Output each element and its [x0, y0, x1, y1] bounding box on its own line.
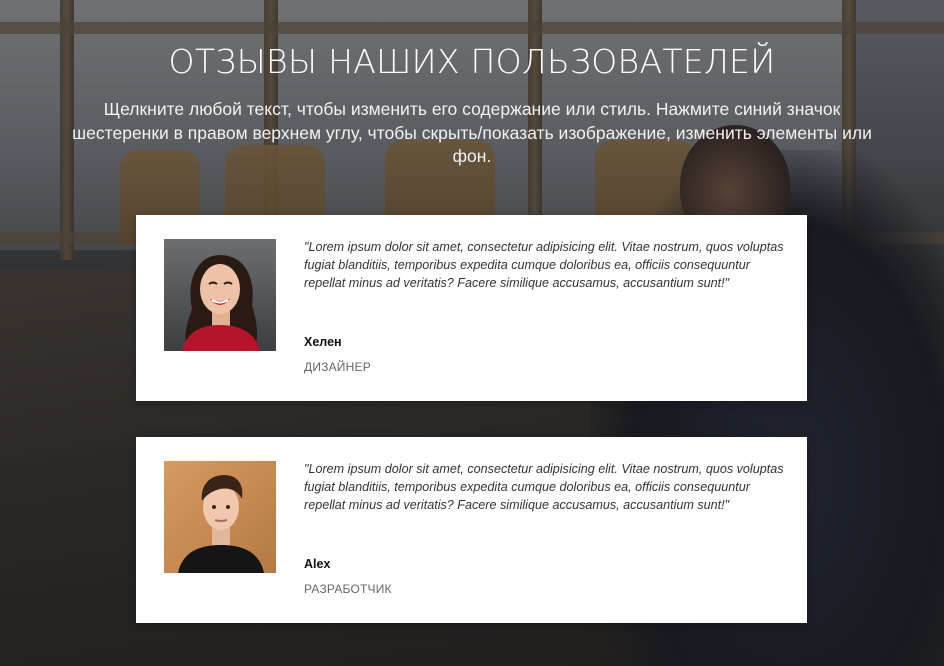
section-subtitle[interactable]: Щелкните любой текст, чтобы изменить его… — [62, 98, 882, 169]
testimonial-card: "Lorem ipsum dolor sit amet, consectetur… — [136, 437, 807, 623]
testimonial-card: "Lorem ipsum dolor sit amet, consectetur… — [136, 215, 807, 401]
author-photo[interactable] — [164, 239, 276, 351]
author-name[interactable]: Хелен — [304, 335, 342, 349]
testimonials-section: ОТЗЫВЫ НАШИХ ПОЛЬЗОВАТЕЛЕЙ Щелкните любо… — [0, 0, 944, 666]
woman-portrait-icon — [164, 239, 276, 351]
author-photo[interactable] — [164, 461, 276, 573]
man-portrait-icon — [164, 461, 276, 573]
author-name[interactable]: Alex — [304, 557, 330, 571]
testimonial-quote[interactable]: "Lorem ipsum dolor sit amet, consectetur… — [304, 238, 786, 293]
author-role[interactable]: РАЗРАБОТЧИК — [304, 582, 392, 596]
testimonial-quote[interactable]: "Lorem ipsum dolor sit amet, consectetur… — [304, 460, 786, 515]
author-role[interactable]: ДИЗАЙНЕР — [304, 360, 371, 374]
section-title[interactable]: ОТЗЫВЫ НАШИХ ПОЛЬЗОВАТЕЛЕЙ — [0, 40, 944, 84]
